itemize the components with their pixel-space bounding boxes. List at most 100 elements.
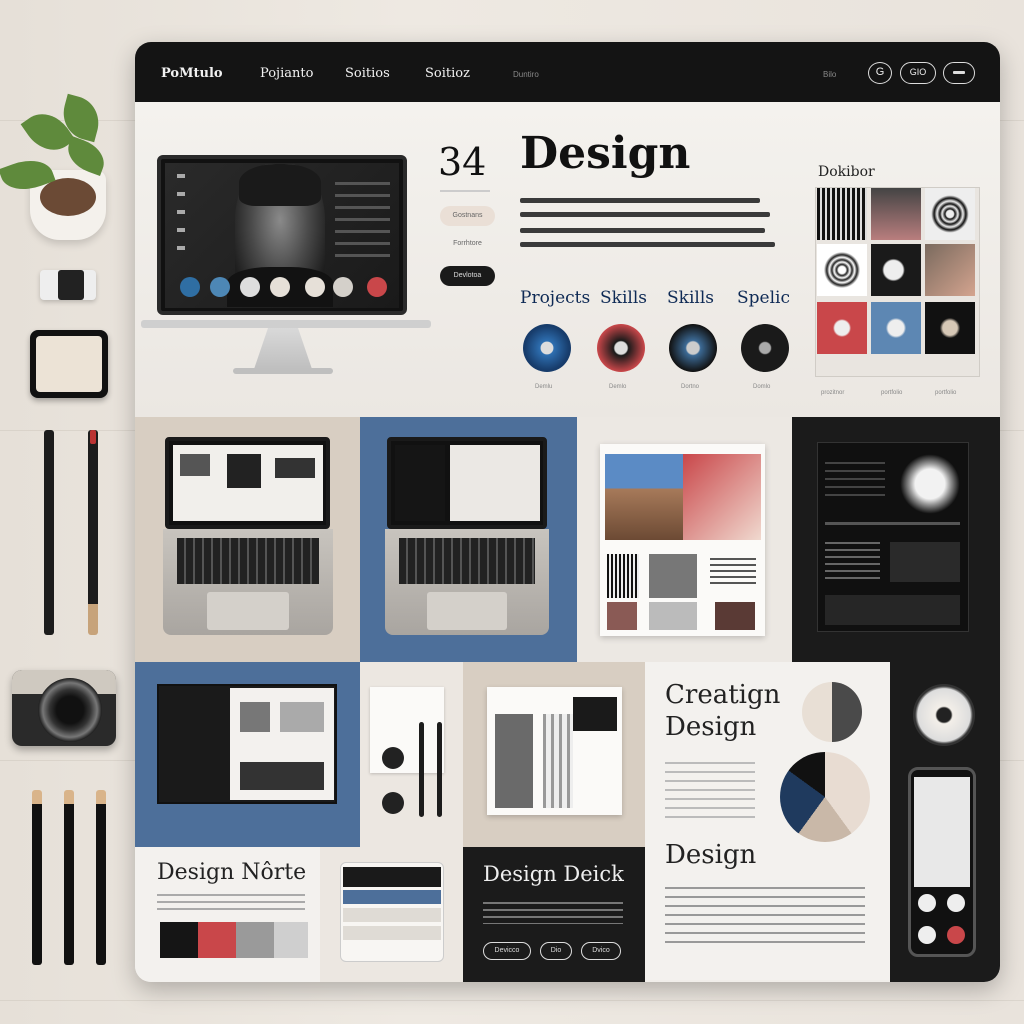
- phone-button[interactable]: [918, 926, 936, 944]
- gallery-tile[interactable]: [871, 244, 921, 296]
- screen-thumb: [227, 454, 261, 488]
- deick-button[interactable]: Devicco: [483, 942, 531, 960]
- ui-card-row[interactable]: [343, 926, 441, 940]
- category-skills-2[interactable]: Skills: [667, 288, 714, 308]
- screen-dot-button[interactable]: [270, 277, 290, 297]
- tablet-thumb: [280, 702, 324, 732]
- menu-icon: [953, 71, 965, 74]
- deick-button[interactable]: Dio: [540, 942, 572, 960]
- screen-dot-button[interactable]: [240, 277, 260, 297]
- projects-icon[interactable]: [523, 324, 571, 372]
- nav-item-small[interactable]: Duntiro: [513, 70, 539, 79]
- gallery-tile[interactable]: [817, 302, 867, 354]
- dial-icon[interactable]: [913, 684, 975, 746]
- skills-icon[interactable]: [597, 324, 645, 372]
- laptop-trackpad: [427, 592, 507, 630]
- color-swatch[interactable]: [160, 922, 198, 958]
- collage-image: [573, 697, 617, 731]
- collage-image: [543, 714, 573, 808]
- design-heading: Design: [665, 840, 757, 870]
- gallery-title: Dokibor: [818, 164, 875, 180]
- noire-text: [157, 894, 305, 914]
- menu-button[interactable]: [943, 62, 975, 84]
- deick-text: [483, 902, 623, 924]
- phone-button[interactable]: [918, 894, 936, 912]
- laptop-keyboard: [177, 538, 319, 584]
- round-button[interactable]: [382, 747, 404, 769]
- screen-dot-button[interactable]: [333, 277, 353, 297]
- color-swatch[interactable]: [236, 922, 274, 958]
- gallery-tile[interactable]: [817, 188, 867, 240]
- color-swatch[interactable]: [274, 922, 308, 958]
- pill-mid[interactable]: Forrhtore: [440, 234, 495, 254]
- logo[interactable]: PoMtulo: [161, 66, 223, 81]
- pill-dark-button[interactable]: Devlotoa: [440, 266, 495, 286]
- text-line: [520, 228, 765, 233]
- screen-dot-button[interactable]: [180, 277, 200, 297]
- nav-pill-button[interactable]: GIO: [900, 62, 936, 84]
- pen: [88, 430, 98, 635]
- special-icon[interactable]: [741, 324, 789, 372]
- design-noire-title: Design Nôrte: [157, 860, 307, 885]
- pie-icon: [802, 682, 862, 742]
- category-projects[interactable]: Projects: [520, 288, 590, 308]
- laptop-screen-dark: [395, 445, 445, 521]
- creation-text: [665, 762, 755, 822]
- deick-button[interactable]: Dvico: [581, 942, 621, 960]
- nav-item-right[interactable]: Bilo: [823, 70, 836, 79]
- gallery-tile[interactable]: [871, 188, 921, 240]
- caption: Domlo: [753, 384, 771, 390]
- tablet-thumb: [240, 762, 324, 790]
- screen-dot-button[interactable]: [305, 277, 325, 297]
- ui-card-row[interactable]: [343, 890, 441, 904]
- plant-soil: [40, 178, 96, 216]
- nav-item-projects[interactable]: Pojianto: [260, 66, 313, 81]
- caption: Demlu: [535, 384, 553, 390]
- print-text: [710, 558, 756, 588]
- creation-title: Creatign: [665, 680, 781, 710]
- print-thumb: [607, 554, 639, 598]
- gallery-caption: prozitnor: [821, 390, 845, 396]
- caption: Dortno: [681, 384, 700, 390]
- screen-dot-button[interactable]: [210, 277, 230, 297]
- category-special[interactable]: Spelic: [737, 288, 790, 308]
- nav-item-contact[interactable]: Soitioz: [425, 66, 470, 81]
- ui-card-row[interactable]: [343, 908, 441, 922]
- divider: [825, 522, 960, 525]
- phone-screen: [914, 777, 970, 887]
- round-button[interactable]: [382, 792, 404, 814]
- caption: Demlo: [609, 384, 627, 390]
- text-line: [520, 242, 775, 247]
- note-card: [370, 687, 444, 773]
- search-icon[interactable]: G: [868, 62, 892, 84]
- pen: [419, 722, 424, 817]
- pencil-icon: [44, 430, 54, 635]
- laptop-keyboard: [399, 538, 535, 584]
- design-deick-title: Design Deick: [483, 862, 624, 886]
- dark-text: [825, 542, 880, 582]
- gallery-tile[interactable]: [871, 302, 921, 354]
- phone-button[interactable]: [947, 894, 965, 912]
- monitor-base: [233, 368, 333, 374]
- pill-top[interactable]: Gostnans: [440, 206, 495, 226]
- camera-icon: [38, 678, 102, 742]
- eraser-cap: [58, 270, 84, 300]
- screen-dot-button[interactable]: [367, 277, 387, 297]
- ui-card-row[interactable]: [343, 867, 441, 887]
- pencil-icon: [32, 790, 42, 965]
- category-skills[interactable]: Skills: [600, 288, 647, 308]
- pencil-icon: [64, 790, 74, 965]
- dark-thumb-row: [825, 595, 960, 625]
- collage-image: [495, 714, 533, 808]
- skills-icon-2[interactable]: [669, 324, 717, 372]
- top-navigation-bar: PoMtulo Pojianto Soitios Soitioz Duntiro…: [135, 42, 1000, 102]
- color-swatch[interactable]: [198, 922, 236, 958]
- gallery-tile[interactable]: [925, 302, 975, 354]
- pie-chart-icon: [780, 752, 870, 842]
- gallery-tile[interactable]: [925, 188, 975, 240]
- nav-item-skills[interactable]: Soitios: [345, 66, 390, 81]
- gallery-tile[interactable]: [817, 244, 867, 296]
- monitor-sidebar-icons: [177, 174, 185, 264]
- gallery-tile[interactable]: [925, 244, 975, 296]
- phone-button[interactable]: [947, 926, 965, 944]
